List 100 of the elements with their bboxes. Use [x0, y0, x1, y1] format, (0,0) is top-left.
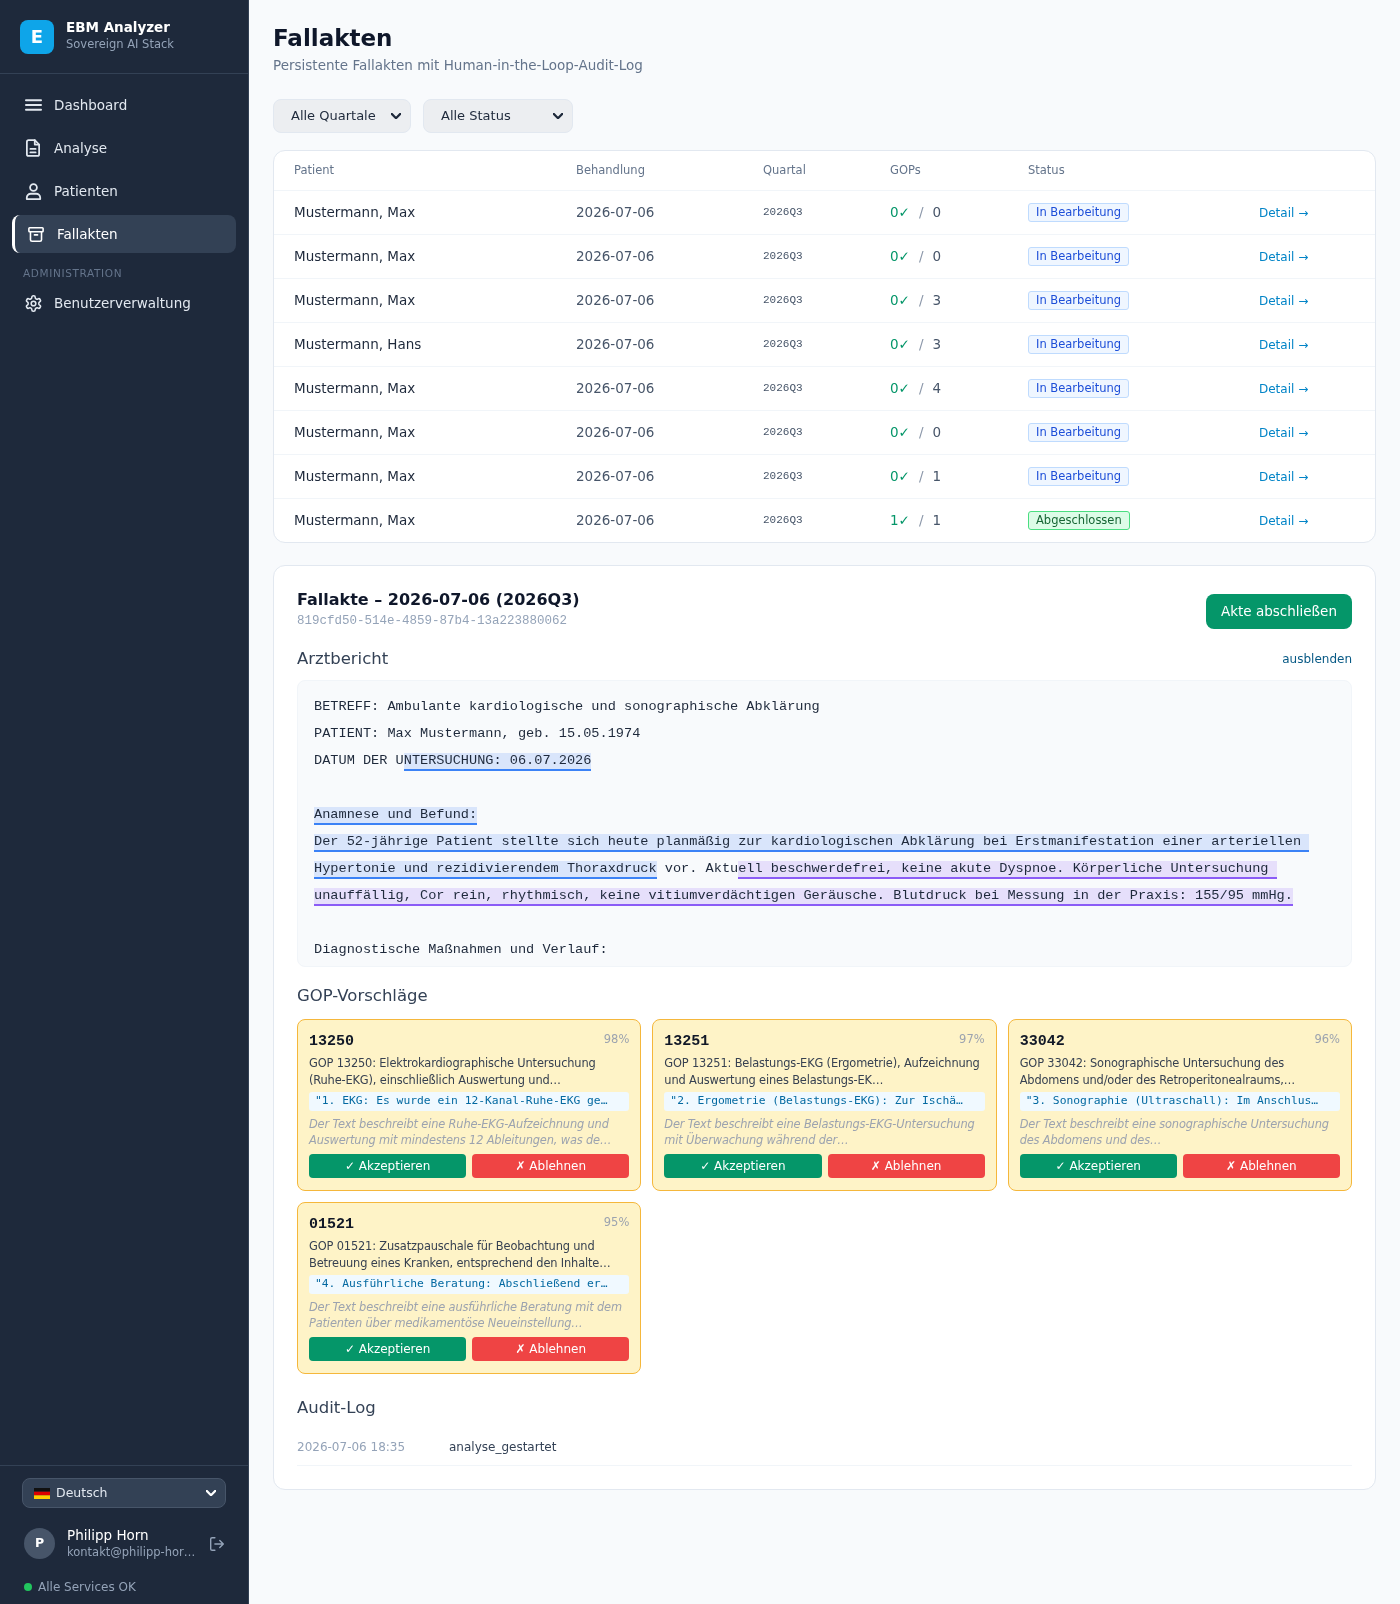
detail-link[interactable]: Detail → [1259, 423, 1309, 442]
section-title: GOP-Vorschläge [297, 985, 429, 1007]
highlighted-text: Hypertonie und rezidivierendem Thoraxdruck [314, 861, 657, 879]
report-text: Diagnostische Maßnahmen und Verlauf: [314, 942, 608, 957]
section-heading: ADMINISTRATION [22, 266, 124, 280]
case-file-title: Fallakte – 2026-07-06 (2026Q3) [297, 589, 580, 611]
sidebar-item[interactable]: Fallakten [12, 215, 236, 253]
filter-select[interactable]: Alle Quartale [273, 99, 411, 133]
status-label: Abgeschlossen [1028, 511, 1130, 530]
case-file-id: 819cfd50-514e-4859-87b4-13a223880062 [297, 613, 569, 630]
treatment-date: 2026-07-06 [576, 423, 655, 443]
treatment-date: 2026-07-06 [576, 335, 655, 355]
sidebar-item[interactable]: Dashboard [12, 86, 236, 124]
document-icon [26, 139, 40, 157]
reasoning-text: Der Text beschreibt eine Ruhe-EKG-Aufzeichnung und Auswertung mit mindestens 12 Ableitungen, was de… [309, 1116, 613, 1148]
gop-description: GOP 13250: Elektrokardiographische Untersuchung (Ruhe-EKG), einschließlich Auswertung und… [309, 1055, 597, 1088]
section-title: Arztbericht [297, 647, 389, 670]
treatment-date: 2026-07-06 [576, 379, 655, 399]
quarter-code: 2026Q3 [763, 249, 803, 265]
treatment-date: 2026-07-06 [576, 467, 655, 487]
report-text: DATUM DER U [314, 753, 404, 768]
gop-count: 0✓ / 1 [890, 467, 942, 487]
reject-button[interactable]: ✗ Ablehnen [472, 1154, 630, 1178]
gop-description: GOP 13251: Belastungs-EKG (Ergometrie), Aufzeichnung und Auswertung eines Belastungs-EK… [664, 1055, 981, 1088]
patient-name: Mustermann, Hans [294, 335, 422, 355]
detail-link[interactable]: Detail → [1259, 467, 1309, 486]
gop-code: 13251 [664, 1032, 710, 1052]
detail-link[interactable]: Detail → [1259, 511, 1309, 530]
gop-description: GOP 33042: Sonographische Untersuchung des Abdomens und/oder des Retroperitonealraums,… [1019, 1055, 1297, 1088]
app-logo: E [20, 19, 54, 54]
detail-link[interactable]: Detail → [1259, 203, 1309, 222]
gop-count: 0✓ / 3 [890, 335, 942, 355]
section-title: Audit-Log [297, 1397, 377, 1419]
column-header: Patient [294, 161, 335, 179]
gop-code: 33042 [1019, 1032, 1065, 1052]
accept-button[interactable]: ✓ Akzeptieren [309, 1337, 467, 1361]
accept-button[interactable]: ✓ Akzeptieren [309, 1154, 467, 1178]
reasoning-text: Der Text beschreibt eine sonographische Untersuchung des Abdomens und des… [1019, 1116, 1330, 1148]
treatment-date: 2026-07-06 [576, 247, 655, 267]
user-avatar: P [24, 1528, 55, 1559]
user-icon [24, 182, 42, 200]
user-email: kontakt@philipp-hor… [67, 1544, 196, 1561]
quarter-code: 2026Q3 [763, 293, 803, 309]
report-text: BETREFF: Ambulante kardiologische und sonographische Abklärung [314, 699, 820, 714]
sidebar-item[interactable]: Benutzerverwaltung [12, 284, 236, 322]
reasoning-text: Der Text beschreibt eine Belastungs-EKG-Untersuchung mit Überwachung während der… [664, 1116, 976, 1148]
accept-button[interactable]: ✓ Akzeptieren [664, 1154, 822, 1178]
reject-button[interactable]: ✗ Ablehnen [1182, 1154, 1340, 1178]
detail-link[interactable]: Detail → [1259, 247, 1309, 266]
highlighted-text: Der 52-jährige Patient stellte sich heute planmäßig zur kardiologischen Abklärung bei Erstmanifestation einer arteriellen [314, 834, 1310, 852]
detail-link[interactable]: Detail → [1259, 291, 1309, 310]
evidence-quote: "1. EKG: Es wurde ein 12-Kanal-Ruhe-EKG ge… [309, 1092, 630, 1111]
settings-icon [24, 294, 42, 312]
page-title: Fallakten [273, 24, 394, 52]
quarter-code: 2026Q3 [763, 337, 803, 353]
language-select[interactable]: Deutsch [22, 1478, 226, 1508]
status-label: In Bearbeitung [1028, 379, 1130, 398]
accept-button[interactable]: ✓ Akzeptieren [1019, 1154, 1177, 1178]
gop-count: 0✓ / 0 [890, 423, 942, 443]
archive-icon [28, 226, 44, 242]
detail-link[interactable]: Detail → [1259, 379, 1309, 398]
gop-code: 13250 [309, 1032, 354, 1052]
patient-name: Mustermann, Max [294, 467, 416, 487]
reject-button[interactable]: ✗ Ablehnen [472, 1337, 630, 1361]
log-event: analyse_gestartet [449, 1439, 557, 1456]
status-label: In Bearbeitung [1028, 203, 1130, 222]
treatment-date: 2026-07-06 [576, 511, 655, 531]
detail-link[interactable]: Detail → [1259, 335, 1309, 354]
patient-name: Mustermann, Max [294, 379, 416, 399]
status-label: In Bearbeitung [1028, 247, 1130, 266]
treatment-date: 2026-07-06 [576, 291, 655, 311]
filter-select[interactable]: Alle Status [423, 99, 573, 133]
patient-name: Mustermann, Max [294, 203, 416, 223]
chevron-down-icon [206, 1490, 216, 1496]
confidence-value: 97% [959, 1032, 985, 1046]
highlighted-text: Anamnese und Befund: [314, 807, 478, 825]
reject-button[interactable]: ✗ Ablehnen [827, 1154, 985, 1178]
highlighted-text: ell beschwerdefrei, keine akute Dyspnoe. Körperliche Untersuchung [738, 861, 1277, 879]
column-header: GOPs [890, 161, 921, 179]
status-label: In Bearbeitung [1028, 291, 1130, 310]
sidebar-item[interactable]: Patienten [12, 172, 236, 210]
sidebar-item[interactable]: Analyse [12, 129, 236, 167]
app-subtitle: Sovereign AI Stack [66, 36, 174, 53]
log-time: 2026-07-06 18:35 [297, 1439, 407, 1456]
quarter-code: 2026Q3 [763, 469, 803, 485]
highlighted-text: NTERSUCHUNG: 06.07.2026 [403, 753, 592, 771]
quarter-code: 2026Q3 [763, 513, 803, 529]
evidence-quote: "3. Sonographie (Ultraschall): Im Anschlus… [1019, 1092, 1340, 1111]
hide-link[interactable]: ausblenden [1282, 650, 1352, 668]
quarter-code: 2026Q3 [763, 425, 803, 441]
close-case-button[interactable]: Akte abschließen [1206, 594, 1352, 629]
gop-count: 0✓ / 0 [890, 203, 942, 223]
status-label: In Bearbeitung [1028, 467, 1130, 486]
page-subtitle: Persistente Fallakten mit Human-in-the-Loop-Audit-Log [273, 56, 644, 75]
logout-icon[interactable] [210, 1536, 224, 1551]
app-title: EBM Analyzer [66, 18, 171, 36]
confidence-value: 96% [1314, 1032, 1340, 1046]
chevron-down-icon [391, 113, 401, 119]
chevron-down-icon [553, 113, 563, 119]
gop-count: 0✓ / 4 [890, 379, 942, 399]
